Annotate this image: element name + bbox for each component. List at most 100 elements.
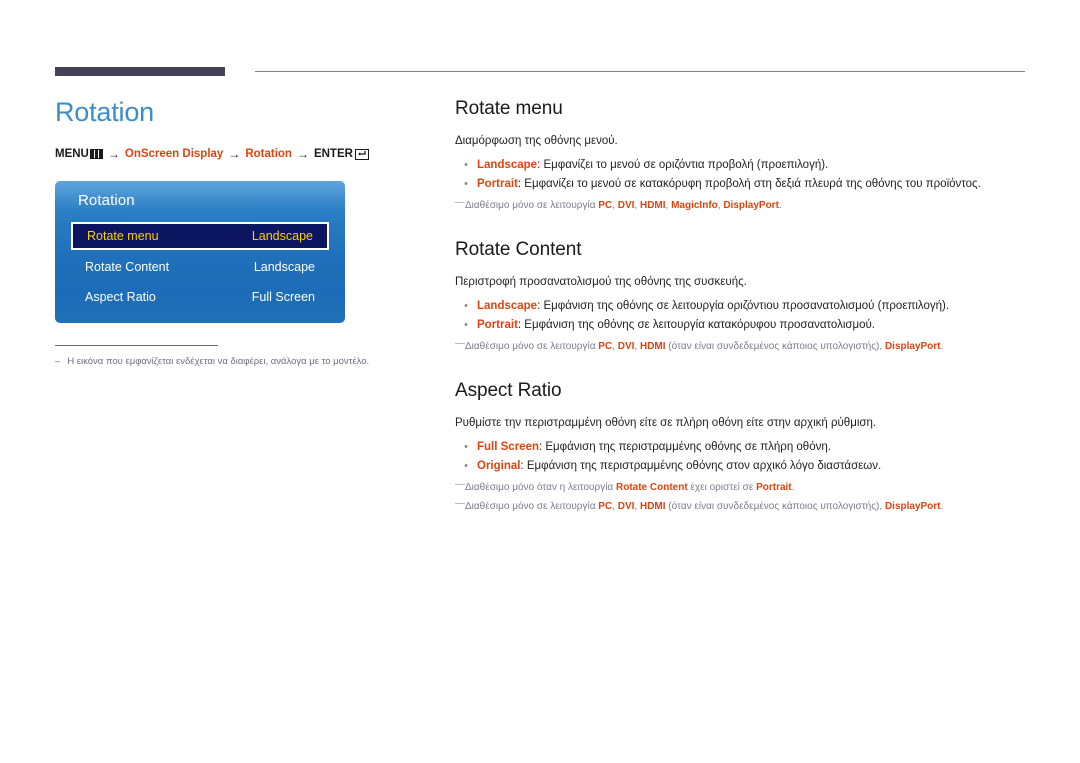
osd-row-label: Rotate menu [87,229,159,243]
breadcrumb-item-onscreen-display[interactable]: OnScreen Display [125,148,223,160]
bullet-list: • Landscape: Εμφάνιση της οθόνης σε λειτο… [455,297,1025,335]
note-text: Διαθέσιμο μόνο σε λειτουργία PC, DVI, HD… [465,199,1025,213]
note-fragment: . [791,482,795,493]
bullet-item: • Portrait: Εμφανίζει το μενού σε κατακόρ… [455,175,1025,194]
breadcrumb: MENU → OnScreen Display → Rotation → ENT… [55,147,430,161]
header-accent-bar [55,67,225,76]
section-title: Aspect Ratio [455,380,562,401]
section-rotate-content: Rotate Content Περιστροφή προσανατολισμού… [455,239,1025,354]
note-keyword: HDMI [639,341,666,352]
breadcrumb-item-rotation[interactable]: Rotation [245,148,292,160]
note-keyword: PC [598,501,613,512]
note-dash-icon: — [455,338,465,349]
bullet-keyword: Original [477,460,521,472]
menu-bars-icon [89,149,103,159]
note-fragment: . [940,341,944,352]
note-fragment: (όταν είναι συνδεδεμένος κάποιος υπολογι… [665,501,885,512]
bullet-description: : Εμφανίζει το μενού σε οριζόντια προβολ… [537,159,829,171]
section-intro: Ρυθμίστε την περιστραμμένη οθόνη είτε σε… [455,417,877,429]
bullet-dot-icon: • [464,159,468,171]
bullet-text: Original: Εμφάνιση της περιστραμμένης οθ… [477,457,1025,476]
note-keyword: DisplayPort [723,200,779,211]
breadcrumb-arrow-2: → [228,147,241,161]
note-text: Διαθέσιμο μόνο σε λειτουργία PC, DVI, HD… [465,340,1025,354]
bullet-text: Portrait: Εμφάνιση της οθόνης σε λειτουρ… [477,316,1025,335]
osd-row-label: Rotate Content [85,260,170,274]
osd-row-aspect-ratio[interactable]: Aspect Ratio Full Screen [71,282,329,312]
note-fragment: Διαθέσιμο μόνο σε λειτουργία [465,501,599,512]
osd-row-value: Landscape [251,229,313,243]
section-title: Rotate Content [455,239,582,260]
note-fragment: Διαθέσιμο μόνο όταν η λειτουργία [465,482,616,493]
note-keyword: PC [598,341,613,352]
bullet-text: Landscape: Εμφάνιση της οθόνης σε λειτου… [477,297,1025,316]
left-footnote-block: – Η εικόνα που εμφανίζεται ενδέχεται να … [55,345,395,368]
bullet-item: • Original: Εμφάνιση της περιστραμμένης ο… [455,457,1025,476]
bullet-dot-icon: • [464,460,468,472]
note-keyword: Portrait [756,482,792,493]
note-keyword: DisplayPort [884,341,941,352]
bullet-item: • Portrait: Εμφάνιση της οθόνης σε λειτου… [455,316,1025,335]
osd-row-value: Landscape [253,260,315,274]
osd-row-list: Rotate menu Landscape Rotate Content Lan… [71,222,329,312]
left-footnote: – Η εικόνα που εμφανίζεται ενδέχεται να … [55,355,395,368]
note-keyword: PC [598,200,613,211]
page-title: Rotation [55,97,154,127]
bullet-dot-icon: • [464,319,468,331]
footnote-divider [55,345,218,346]
bullet-item: • Landscape: Εμφάνιση της οθόνης σε λειτο… [455,297,1025,316]
breadcrumb-menu-label: MENU [55,148,89,160]
osd-row-rotate-menu[interactable]: Rotate menu Landscape [71,222,329,250]
note-text: Διαθέσιμο μόνο όταν η λειτουργία Rotate … [465,481,1025,495]
osd-title: Rotation [78,192,135,209]
footnote-dash: – [55,356,61,367]
note-keyword: HDMI [639,501,666,512]
bullet-list: • Full Screen: Εμφάνιση της περιστραμμένη… [455,438,1025,476]
bullet-text: Full Screen: Εμφάνιση της περιστραμμένης… [477,438,1025,457]
right-column: Rotate menu Διαμόρφωση της οθόνης μενού. •… [455,98,1025,514]
sections-host: Rotate menu Διαμόρφωση της οθόνης μενού. •… [455,98,1025,514]
section-note: — Διαθέσιμο μόνο σε λειτουργία PC, DVI, H… [455,338,1025,354]
bullet-dot-icon: • [464,441,468,453]
bullet-description: : Εμφάνιση της περιστραμμένης οθόνης σε … [539,441,831,453]
section-note: — Διαθέσιμο μόνο σε λειτουργία PC, DVI, H… [455,197,1025,213]
bullet-description: : Εμφανίζει το μενού σε κατακόρυφη προβο… [517,178,981,190]
bullet-keyword: Full Screen [477,441,539,453]
note-keyword: DVI [617,341,635,352]
note-dash-icon: — [455,498,465,509]
bullet-dot-icon: • [464,300,468,312]
enter-return-icon [354,148,369,160]
note-keyword: DVI [617,200,635,211]
breadcrumb-enter-label: ENTER [313,148,353,160]
header-rules [0,64,1080,80]
bullet-text: Portrait: Εμφανίζει το μενού σε κατακόρυ… [477,175,1025,194]
note-keyword: Rotate Content [615,482,688,493]
section-note: — Διαθέσιμο μόνο όταν η λειτουργία Rotate… [455,479,1025,495]
note-fragment: Διαθέσιμο μόνο σε λειτουργία [465,200,599,211]
header-thin-rule [255,71,1025,72]
bullet-list: • Landscape: Εμφανίζει το μενού σε οριζόν… [455,156,1025,194]
breadcrumb-arrow-1: → [107,147,120,161]
osd-row-rotate-content[interactable]: Rotate Content Landscape [71,252,329,282]
note-fragment: έχει οριστεί σε [687,482,757,493]
osd-menu-preview: Rotation Rotate menu Landscape Rotate Co… [55,181,345,323]
section-intro: Περιστροφή προσανατολισμού της οθόνης τη… [455,276,747,288]
osd-row-label: Aspect Ratio [85,290,156,304]
footnote-text: Η εικόνα που εμφανίζεται ενδέχεται να δι… [67,356,370,367]
section-title: Rotate menu [455,98,563,119]
note-fragment: Διαθέσιμο μόνο σε λειτουργία [465,341,599,352]
bullet-keyword: Portrait [477,178,518,190]
bullet-text: Landscape: Εμφανίζει το μενού σε οριζόντ… [477,156,1025,175]
note-text: Διαθέσιμο μόνο σε λειτουργία PC, DVI, HD… [465,500,1025,514]
left-column: Rotation MENU → OnScreen Display → Rotat… [55,95,430,368]
section-intro: Διαμόρφωση της οθόνης μενού. [455,135,618,147]
bullet-description: : Εμφάνιση της περιστραμμένης οθόνης στο… [520,460,882,472]
note-keyword: DisplayPort [884,501,941,512]
bullet-keyword: Landscape [477,159,538,171]
bullet-dot-icon: • [464,178,468,190]
section-aspect-ratio: Aspect Ratio Ρυθμίστε την περιστραμμένη ο… [455,380,1025,514]
note-keyword: MagicInfo [671,200,718,211]
bullet-item: • Landscape: Εμφανίζει το μενού σε οριζόν… [455,156,1025,175]
breadcrumb-arrow-3: → [296,147,309,161]
bullet-description: : Εμφάνιση της οθόνης σε λειτουργία κατα… [517,319,875,331]
